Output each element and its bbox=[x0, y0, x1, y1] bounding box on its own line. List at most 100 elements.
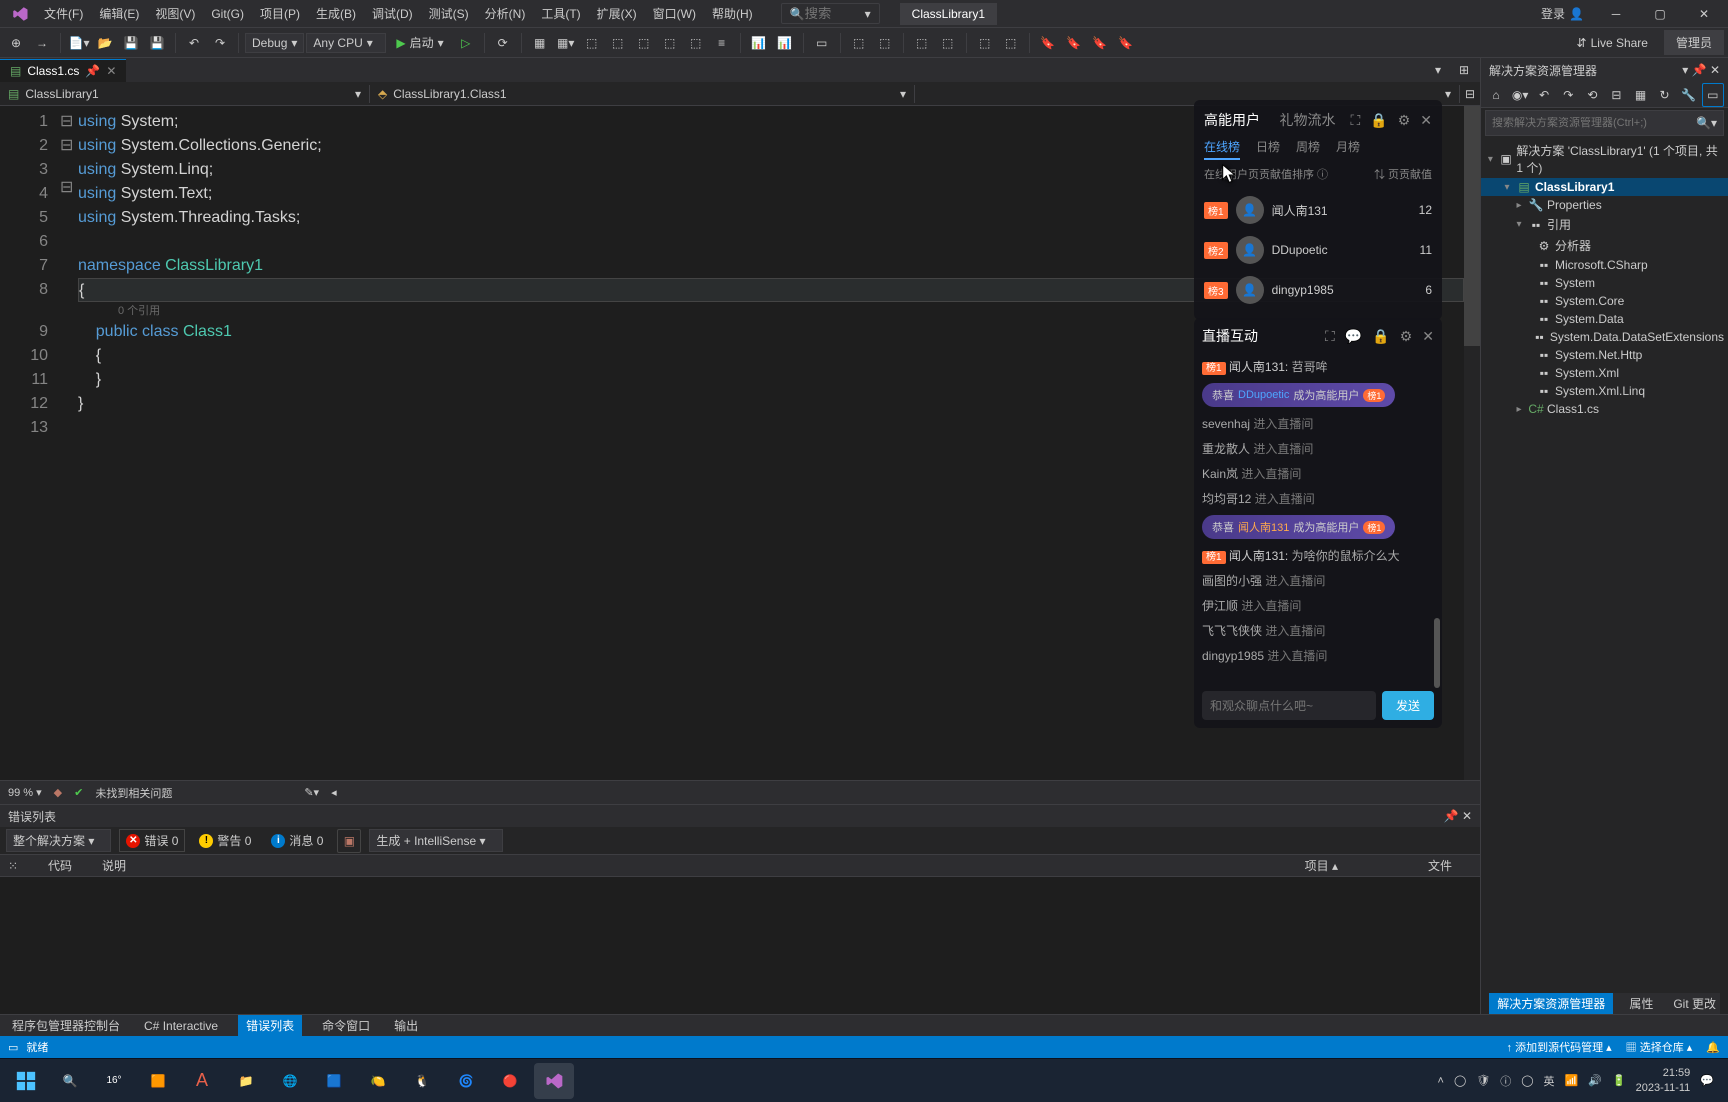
nav-class-combo[interactable]: ⬘ ClassLibrary1.Class1 ▾ bbox=[370, 85, 915, 103]
save-button[interactable]: 💾 bbox=[119, 31, 143, 55]
fold-column[interactable]: ⊟ ⊟⊟ bbox=[60, 106, 78, 780]
close-icon[interactable]: ✕ bbox=[1420, 112, 1432, 129]
tab-online[interactable]: 在线榜 bbox=[1204, 138, 1240, 160]
err-filter-icon[interactable]: ▣ bbox=[337, 829, 361, 853]
brush-icon[interactable]: ✎▾ bbox=[304, 786, 319, 799]
tree-ref[interactable]: ▪▪System.Xml bbox=[1481, 364, 1728, 382]
pin-icon[interactable]: 🔒 bbox=[1372, 328, 1389, 345]
settings-icon[interactable]: ⚙ bbox=[1398, 112, 1411, 129]
start-button[interactable]: ▶启动▾ bbox=[388, 32, 451, 53]
system-tray[interactable]: ˄ ◯ 🛡 ⓘ ◯ 英 📶 🔊 🔋 21:592023-11-11 💬 bbox=[1438, 1066, 1722, 1095]
errors-filter[interactable]: ✕错误 0 bbox=[119, 829, 185, 852]
menu-extensions[interactable]: 扩展(X) bbox=[589, 1, 645, 26]
tab-package-console[interactable]: 程序包管理器控制台 bbox=[8, 1015, 124, 1036]
solution-search-input[interactable] bbox=[1492, 117, 1696, 129]
file-explorer-icon[interactable]: 📁 bbox=[226, 1063, 266, 1099]
taskbar-app-5[interactable]: 🔴 bbox=[490, 1063, 530, 1099]
sol-preview-icon[interactable]: ▭ bbox=[1702, 83, 1724, 107]
tb-icon-9[interactable]: ≡ bbox=[710, 31, 734, 55]
new-project-button[interactable]: 📄▾ bbox=[67, 31, 91, 55]
tree-ref[interactable]: ▪▪System.Data.DataSetExtensions bbox=[1481, 328, 1728, 346]
qq-icon[interactable]: 🐧 bbox=[402, 1063, 442, 1099]
tray-battery-icon[interactable]: 🔋 bbox=[1612, 1074, 1626, 1087]
tab-git-changes[interactable]: Git 更改 bbox=[1669, 993, 1720, 1014]
sol-showall-icon[interactable]: ▦ bbox=[1629, 83, 1651, 107]
sol-close-icon[interactable]: ✕ bbox=[1710, 63, 1720, 77]
sol-home-icon[interactable]: ⌂ bbox=[1485, 83, 1507, 107]
col-code[interactable]: 代码 bbox=[48, 857, 72, 874]
open-button[interactable]: 📂 bbox=[93, 31, 117, 55]
nav-project-combo[interactable]: ▤ ClassLibrary1 ▾ bbox=[0, 85, 370, 103]
select-repo[interactable]: ▦ 选择仓库 ▴ bbox=[1626, 1039, 1693, 1055]
tab-error-list[interactable]: 错误列表 bbox=[238, 1015, 302, 1036]
tb-icon-18[interactable]: ⬚ bbox=[999, 31, 1023, 55]
build-combo[interactable]: 生成 + IntelliSense ▾ bbox=[369, 829, 502, 852]
nav-back-button[interactable]: ⊕ bbox=[4, 31, 28, 55]
user-row[interactable]: 榜3 👤 dingyp1985 6 bbox=[1204, 270, 1432, 310]
minimize-button[interactable]: ─ bbox=[1596, 0, 1636, 28]
sol-dropdown-icon[interactable]: ▾ bbox=[1682, 63, 1688, 77]
menu-debug[interactable]: 调试(D) bbox=[364, 1, 421, 26]
tree-ref[interactable]: ▪▪System.Net.Http bbox=[1481, 346, 1728, 364]
tb-icon-7[interactable]: ⬚ bbox=[658, 31, 682, 55]
taskbar-app-2[interactable]: A bbox=[182, 1063, 222, 1099]
expand-icon[interactable]: ⛶ bbox=[1325, 328, 1335, 345]
tray-clock[interactable]: 21:592023-11-11 bbox=[1636, 1066, 1691, 1095]
tb-icon-20[interactable]: 🔖 bbox=[1062, 31, 1086, 55]
config-combo[interactable]: Debug▾ bbox=[245, 33, 304, 53]
tab-dropdown-icon[interactable]: ▾ bbox=[1426, 58, 1450, 82]
sol-sync-icon[interactable]: ⟲ bbox=[1581, 83, 1603, 107]
search-input[interactable] bbox=[805, 6, 865, 21]
tab-csharp-interactive[interactable]: C# Interactive bbox=[140, 1017, 222, 1035]
tab-split-icon[interactable]: ⊞ bbox=[1452, 58, 1476, 82]
menu-view[interactable]: 视图(V) bbox=[147, 1, 203, 26]
solution-search[interactable]: 🔍▾ bbox=[1485, 110, 1724, 136]
tree-class1[interactable]: ▸ C# Class1.cs bbox=[1481, 400, 1728, 418]
user-row[interactable]: 榜2 👤 DDupoetic 11 bbox=[1204, 230, 1432, 270]
warnings-filter[interactable]: !警告 0 bbox=[193, 830, 257, 851]
chat-scrollbar[interactable] bbox=[1434, 358, 1440, 688]
tb-icon-6[interactable]: ⬚ bbox=[632, 31, 656, 55]
menu-project[interactable]: 项目(P) bbox=[252, 1, 308, 26]
quick-search[interactable]: 🔍 ▾ bbox=[781, 3, 880, 24]
sol-fwd-icon[interactable]: ↷ bbox=[1557, 83, 1579, 107]
tb-icon-15[interactable]: ⬚ bbox=[910, 31, 934, 55]
panel-close-icon[interactable]: ✕ bbox=[1462, 809, 1472, 823]
close-button[interactable]: ✕ bbox=[1684, 0, 1724, 28]
tree-ref[interactable]: ▪▪System.Data bbox=[1481, 310, 1728, 328]
tray-bell-icon[interactable]: 💬 bbox=[1700, 1074, 1714, 1087]
platform-combo[interactable]: Any CPU▾ bbox=[306, 33, 386, 53]
redo-button[interactable]: ↷ bbox=[208, 31, 232, 55]
pin-icon[interactable]: 🔒 bbox=[1370, 112, 1387, 129]
sol-collapse-icon[interactable]: ⊟ bbox=[1605, 83, 1627, 107]
tb-icon-21[interactable]: 🔖 bbox=[1088, 31, 1112, 55]
settings-icon[interactable]: ⚙ bbox=[1400, 328, 1413, 345]
menu-build[interactable]: 生成(B) bbox=[308, 1, 364, 26]
tree-solution-root[interactable]: ▾▣ 解决方案 'ClassLibrary1' (1 个项目, 共 1 个) bbox=[1481, 140, 1728, 178]
menu-file[interactable]: 文件(F) bbox=[36, 1, 91, 26]
search-taskbar-icon[interactable]: 🔍 bbox=[50, 1063, 90, 1099]
taskbar-app-3[interactable]: 🟦 bbox=[314, 1063, 354, 1099]
sol-back-icon[interactable]: ↶ bbox=[1533, 83, 1555, 107]
live-share-button[interactable]: ⇵Live Share bbox=[1569, 34, 1656, 52]
nav-prev-icon[interactable]: ◂ bbox=[331, 786, 337, 799]
tree-ref[interactable]: ▪▪Microsoft.CSharp bbox=[1481, 256, 1728, 274]
nav-fwd-button[interactable]: → bbox=[30, 31, 54, 55]
taskbar-app-1[interactable]: 🟧 bbox=[138, 1063, 178, 1099]
zoom-combo[interactable]: 99 % ▾ bbox=[8, 786, 42, 799]
tray-icon-1[interactable]: ◯ bbox=[1454, 1074, 1466, 1087]
visual-studio-icon[interactable] bbox=[534, 1063, 574, 1099]
tb-icon-8[interactable]: ⬚ bbox=[684, 31, 708, 55]
messages-filter[interactable]: i消息 0 bbox=[265, 830, 329, 851]
start-nodebug-button[interactable]: ▷ bbox=[454, 31, 478, 55]
menu-git[interactable]: Git(G) bbox=[203, 3, 252, 25]
search-dropdown-icon[interactable]: ▾ bbox=[865, 7, 871, 21]
col-file[interactable]: 文件 bbox=[1428, 857, 1452, 874]
tray-icon-4[interactable]: ◯ bbox=[1521, 1074, 1533, 1087]
save-all-button[interactable]: 💾 bbox=[145, 31, 169, 55]
tree-ref[interactable]: ▪▪System bbox=[1481, 274, 1728, 292]
col-desc[interactable]: 说明 bbox=[102, 857, 126, 874]
close-icon[interactable]: ✕ bbox=[1422, 328, 1434, 345]
tab-monthly[interactable]: 月榜 bbox=[1336, 138, 1360, 160]
admin-button[interactable]: 管理员 bbox=[1664, 30, 1724, 55]
